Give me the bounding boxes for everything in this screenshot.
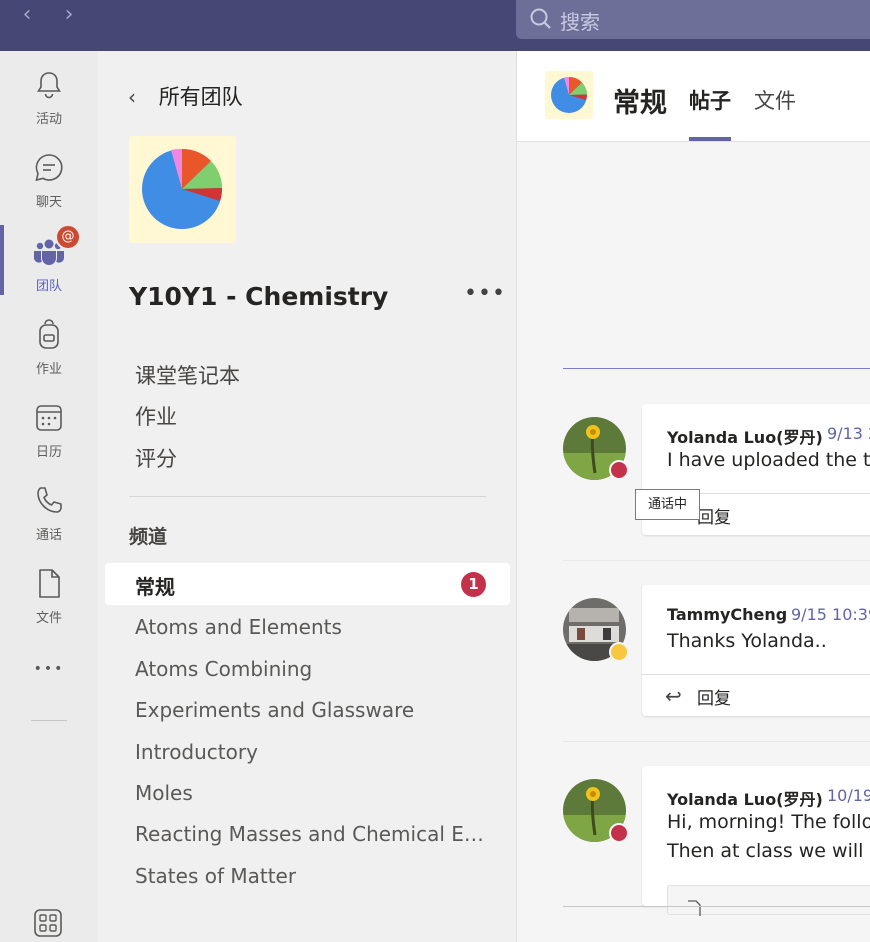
sidebar-divider: [129, 496, 486, 497]
backpack-icon: [39, 319, 59, 349]
rail-item-chat[interactable]: 聊天: [0, 151, 98, 231]
app-rail: 活动 聊天 团队 @ 作业 日历 通话 文件 •••: [0, 51, 98, 942]
message-card[interactable]: Yolanda Luo(罗丹) 10/19 Hi, morning! The f…: [642, 766, 870, 916]
bell-icon: [37, 72, 61, 99]
composer-divider: [563, 906, 870, 907]
post-author: Yolanda Luo(罗丹): [667, 790, 823, 809]
all-teams-label: 所有团队: [158, 85, 243, 109]
rail-item-files[interactable]: 文件: [0, 567, 98, 647]
rail-item-teams[interactable]: 团队: [0, 235, 98, 315]
channel-general[interactable]: 常规 1: [105, 563, 510, 605]
search-placeholder: 搜索: [560, 10, 600, 34]
channel-moles[interactable]: Moles: [135, 781, 193, 805]
busy-status-icon: [609, 460, 629, 480]
rail-label-teams: 团队: [35, 279, 62, 294]
status-tooltip: 通话中: [635, 489, 700, 520]
channel-reacting-masses[interactable]: Reacting Masses and Chemical Equat...: [135, 822, 495, 846]
rail-item-activity[interactable]: 活动: [0, 68, 98, 148]
away-status-icon: [609, 642, 629, 662]
rail-item-calendar[interactable]: 日历: [0, 401, 98, 481]
rail-label-activity: 活动: [35, 112, 62, 127]
post-text-line-2: Then at class we will le: [667, 840, 870, 862]
attachment-preview[interactable]: [667, 885, 870, 916]
post-text: I have uploaded the th: [667, 449, 870, 471]
new-messages-divider: [563, 368, 870, 369]
team-more-options-icon[interactable]: •••: [464, 281, 506, 306]
chat-icon: [35, 154, 63, 182]
post-author: TammyCheng: [667, 605, 788, 624]
phone-icon: [37, 487, 62, 513]
chevron-left-icon: ‹: [128, 85, 136, 109]
team-logo: [129, 136, 236, 243]
rail-label-calendar: 日历: [35, 445, 62, 460]
post-text-line-1: Hi, morning! The follow: [667, 811, 870, 833]
search-input[interactable]: 搜索: [516, 0, 870, 39]
calendar-icon: [36, 405, 62, 431]
forward-arrow-icon[interactable]: ›: [58, 4, 80, 28]
post-time: 9/13 2: [827, 424, 870, 443]
rail-item-assignments[interactable]: 作业: [0, 318, 98, 398]
post-time: 10/19: [827, 786, 870, 805]
pie-chart-logo-icon: [551, 76, 587, 113]
channel-introductory[interactable]: Introductory: [135, 740, 258, 764]
busy-status-icon: [609, 823, 629, 843]
channel-title: 常规: [613, 88, 667, 119]
tab-posts[interactable]: 帖子: [689, 85, 731, 115]
channel-general-label: 常规: [135, 575, 175, 599]
unread-badge: 1: [461, 572, 486, 597]
rail-label-assignments: 作业: [35, 362, 62, 377]
rail-label-files: 文件: [35, 611, 62, 626]
more-apps-icon[interactable]: •••: [0, 661, 98, 677]
reply-label: 回复: [697, 689, 731, 709]
team-name: Y10Y1 - Chemistry: [129, 282, 389, 311]
channel-experiments-and-glassware[interactable]: Experiments and Glassware: [135, 698, 414, 722]
channel-team-logo: [545, 71, 593, 119]
file-icon: [39, 569, 60, 598]
channel-header: 常规 帖子 文件: [517, 51, 870, 142]
selected-tab-indicator: [689, 137, 731, 141]
pie-chart-logo-icon: [142, 148, 223, 229]
channel-atoms-and-elements[interactable]: Atoms and Elements: [135, 615, 342, 639]
all-teams-link[interactable]: ‹ 所有团队: [128, 81, 243, 111]
back-arrow-icon[interactable]: ‹: [16, 4, 38, 28]
channels-header: 频道: [129, 526, 168, 548]
post-text: Thanks Yolanda..: [667, 630, 827, 652]
channel-states-of-matter[interactable]: States of Matter: [135, 864, 296, 888]
reply-button[interactable]: ↩ 回复: [642, 674, 870, 716]
mention-badge: @: [55, 224, 81, 250]
team-sidebar: ‹ 所有团队 Y10Y1 - Chemistry ••• 课堂笔记本 作业 评分…: [98, 51, 516, 942]
apps-icon[interactable]: [33, 908, 63, 938]
reply-label: 回复: [697, 508, 731, 528]
post-separator: [563, 741, 870, 742]
tab-files[interactable]: 文件: [754, 85, 796, 115]
tab-grades[interactable]: 评分: [135, 443, 177, 473]
tab-assignments[interactable]: 作业: [135, 401, 177, 431]
rail-divider: [31, 720, 67, 721]
rail-item-calls[interactable]: 通话: [0, 484, 98, 564]
rail-label-calls: 通话: [35, 528, 62, 543]
post-time: 9/15 10:39: [791, 605, 870, 624]
tab-class-notebook[interactable]: 课堂笔记本: [135, 360, 240, 390]
post-author: Yolanda Luo(罗丹): [667, 428, 823, 447]
rail-label-chat: 聊天: [35, 195, 62, 210]
channel-atoms-combining[interactable]: Atoms Combining: [135, 657, 312, 681]
search-icon: [530, 8, 551, 29]
document-icon: [688, 900, 701, 916]
title-bar: ‹ › 搜索: [0, 0, 870, 51]
message-card[interactable]: TammyCheng 9/15 10:39 Thanks Yolanda.. ↩…: [642, 585, 870, 716]
reply-icon: ↩: [665, 684, 682, 708]
post-separator: [563, 560, 870, 561]
